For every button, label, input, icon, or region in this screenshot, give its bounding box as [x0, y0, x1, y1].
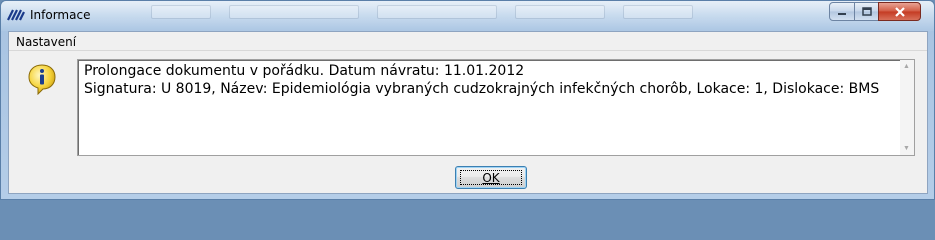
- scroll-up-arrow-icon[interactable]: ▲: [903, 63, 910, 70]
- maximize-button[interactable]: [854, 2, 879, 21]
- dialog-client-area: Nastavení Prolongace dokumentu v pořádku…: [8, 31, 928, 194]
- dialog-window: Informace Nastavení Prolongace dokumentu…: [0, 0, 935, 200]
- title-bar[interactable]: Informace: [1, 1, 934, 31]
- menu-item-nastaveni[interactable]: Nastavení: [16, 35, 76, 49]
- ok-button-label: OK: [482, 170, 500, 185]
- minimize-icon: [838, 12, 846, 15]
- minimize-button[interactable]: [829, 2, 855, 21]
- ok-button[interactable]: OK: [455, 166, 527, 189]
- scroll-down-arrow-icon[interactable]: ▼: [903, 145, 910, 152]
- background-blur: [151, 3, 731, 23]
- vertical-scrollbar[interactable]: ▲ ▼: [900, 60, 914, 155]
- close-icon: [894, 6, 905, 17]
- info-icon: [28, 64, 56, 95]
- app-logo-icon: [7, 9, 25, 21]
- window-title: Informace: [30, 8, 91, 22]
- close-button[interactable]: [878, 2, 921, 21]
- message-line-1: Prolongace dokumentu v pořádku. Datum ná…: [84, 63, 525, 79]
- menu-bar: Nastavení: [9, 32, 927, 51]
- message-line-2: Signatura: U 8019, Název: Epidemiológia …: [84, 81, 880, 97]
- message-textbox[interactable]: Prolongace dokumentu v pořádku. Datum ná…: [77, 59, 915, 156]
- maximize-icon: [861, 7, 872, 16]
